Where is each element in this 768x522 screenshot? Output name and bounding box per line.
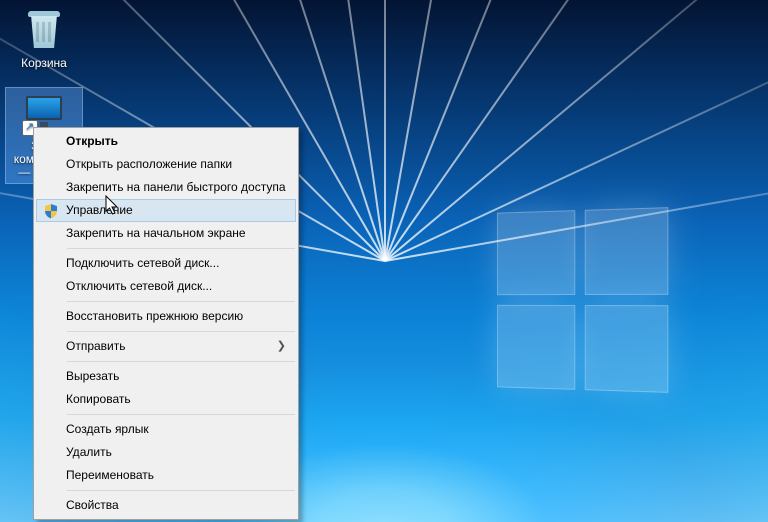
menu-item-delete[interactable]: Удалить [36,441,296,464]
windows-logo-icon [497,207,668,393]
menu-item-rename[interactable]: Переименовать [36,464,296,487]
menu-item-send-to[interactable]: Отправить ❯ [36,335,296,358]
menu-item-manage[interactable]: Управление [36,199,296,222]
menu-item-properties[interactable]: Свойства [36,494,296,517]
menu-item-open[interactable]: Открыть [36,130,296,153]
menu-separator [67,361,295,362]
desktop[interactable]: Корзина Этот компьютер — Ярлык Открыть О… [0,0,768,522]
menu-item-disconnect-drive[interactable]: Отключить сетевой диск... [36,275,296,298]
uac-shield-icon [43,203,59,219]
menu-item-pin-start[interactable]: Закрепить на начальном экране [36,222,296,245]
context-menu: Открыть Открыть расположение папки Закре… [33,127,299,520]
desktop-icon-recycle-bin[interactable]: Корзина [6,4,82,74]
menu-separator [67,414,295,415]
menu-item-pin-quick-access[interactable]: Закрепить на панели быстрого доступа [36,176,296,199]
menu-item-cut[interactable]: Вырезать [36,365,296,388]
menu-separator [67,490,295,491]
recycle-bin-icon [22,8,66,52]
menu-item-create-shortcut[interactable]: Создать ярлык [36,418,296,441]
desktop-icon-label: Корзина [10,56,78,70]
menu-item-open-folder-location[interactable]: Открыть расположение папки [36,153,296,176]
menu-item-copy[interactable]: Копировать [36,388,296,411]
menu-item-restore-previous[interactable]: Восстановить прежнюю версию [36,305,296,328]
menu-separator [67,301,295,302]
menu-separator [67,331,295,332]
menu-separator [67,248,295,249]
menu-item-map-drive[interactable]: Подключить сетевой диск... [36,252,296,275]
chevron-right-icon: ❯ [277,335,286,358]
